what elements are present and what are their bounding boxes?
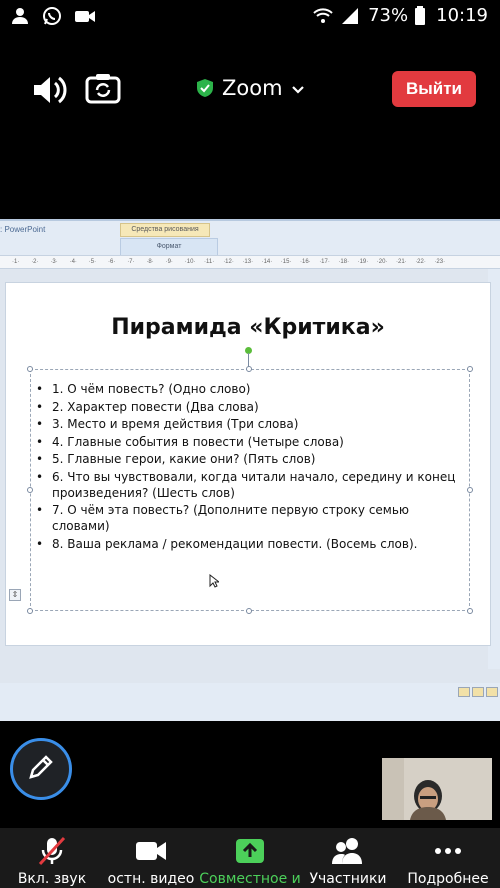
ruler-tick: ·10· [184, 259, 196, 265]
resize-handle [467, 366, 473, 372]
ribbon: : PowerPoint Средства рисования Формат [0, 219, 500, 256]
ruler-tick: ·6· [108, 259, 116, 265]
participants-icon [330, 836, 366, 866]
ruler-tick: ·13· [242, 259, 254, 265]
question-list: 1. О чём повесть? (Одно слово) 2. Характ… [34, 381, 468, 553]
self-video-thumbnail[interactable] [382, 758, 492, 820]
shared-screen: : PowerPoint Средства рисования Формат ·… [0, 219, 500, 721]
participants-button[interactable]: Участники [296, 828, 400, 888]
ruler-tick: ·15· [280, 259, 292, 265]
resize-handle [27, 487, 33, 493]
status-bar: 73% 10:19 [0, 0, 500, 34]
resize-handle [246, 608, 252, 614]
list-item: 3. Место и время действия (Три слова) [34, 416, 468, 432]
meeting-top-bar: Zoom Выйти [0, 60, 500, 120]
layout-marker-icon: ⇕ [9, 589, 21, 601]
list-item: 8. Ваша реклама / рекомендации повести. … [34, 536, 468, 552]
toolbar-label: Совместное и [199, 871, 301, 887]
list-item: 6. Что вы чувствовали, когда читали нача… [34, 469, 468, 501]
toolbar-label: Подробнее [407, 871, 489, 887]
toolbar-label: остн. видео [107, 871, 195, 887]
slide: Пирамида «Критика» 1. О чём повесть? (Од… [6, 283, 490, 645]
ruler-tick: ·8· [146, 259, 154, 265]
share-screen-icon [232, 836, 268, 866]
ruler-tick: ·9· [165, 259, 173, 265]
unmute-button[interactable]: Вкл. звук [0, 828, 104, 888]
ruler-tick: ·22· [415, 259, 426, 265]
ruler-tick: ·5· [88, 259, 97, 265]
ruler-tick: ·23· [434, 259, 446, 265]
resize-handle [27, 366, 33, 372]
ruler-tick: ·3· [50, 259, 58, 265]
ruler-tick: ·20· [376, 259, 388, 265]
more-icon [430, 836, 466, 866]
leave-button[interactable]: Выйти [392, 71, 476, 107]
more-button[interactable]: Подробнее [396, 828, 500, 888]
video-icon [74, 6, 96, 26]
ruler-tick: ·18· [338, 259, 350, 265]
view-buttons [458, 687, 498, 697]
meeting-toolbar: Вкл. звук остн. видео Совместное и Участ… [0, 828, 500, 888]
switch-camera-icon[interactable] [84, 70, 124, 106]
stop-video-button[interactable]: остн. видео [99, 828, 203, 888]
app-label: : PowerPoint [0, 225, 46, 234]
ruler-tick: ·12· [223, 259, 234, 265]
wifi-icon [312, 6, 334, 26]
ruler-tick: ·1· [12, 259, 20, 265]
normal-view-icon [458, 687, 470, 697]
ruler-tick: ·11· [204, 259, 215, 265]
chevron-down-icon [291, 76, 305, 100]
toolbar-label: Вкл. звук [17, 871, 87, 887]
video-camera-icon [133, 836, 169, 866]
battery-icon [414, 5, 426, 26]
pencil-icon [27, 753, 55, 785]
meeting-title: Zoom [222, 76, 283, 100]
ruler-tick: ·2· [31, 259, 39, 265]
resize-handle [467, 608, 473, 614]
ruler-tick: ·19· [357, 259, 369, 265]
ruler-tick: ·21· [396, 259, 407, 265]
signal-icon [340, 6, 362, 26]
battery-percent: 73% [368, 5, 409, 26]
drawing-tools-tab: Средства рисования [120, 223, 210, 237]
whatsapp-icon [42, 6, 64, 26]
list-item: 7. О чём эта повесть? (Дополните первую … [34, 502, 468, 534]
ruler-tick: ·14· [261, 259, 273, 265]
format-tab: Формат [120, 238, 218, 256]
person-icon [10, 6, 32, 26]
ruler-tick: ·4· [69, 259, 77, 265]
resize-handle [246, 366, 252, 372]
ppt-status-strip [0, 683, 500, 721]
list-item: 2. Характер повести (Два слова) [34, 399, 468, 415]
share-screen-button[interactable]: Совместное и [198, 828, 302, 888]
speaker-icon[interactable] [30, 72, 70, 108]
resize-handle [27, 608, 33, 614]
mouse-cursor-icon [209, 573, 221, 588]
list-item: 4. Главные события в повести (Четыре сло… [34, 434, 468, 450]
list-item: 1. О чём повесть? (Одно слово) [34, 381, 468, 397]
muted-mic-icon [34, 836, 70, 866]
shield-icon [196, 78, 214, 98]
ruler: ·1· ·2· ·3· ·4· ·5· ·6· ·7· ·8· ·9· ·10· ·11· ·12· ·… [0, 255, 500, 269]
annotate-button[interactable] [10, 738, 72, 800]
ruler-tick: ·17· [319, 259, 330, 265]
ruler-tick: ·16· [300, 259, 311, 265]
clock: 10:19 [436, 5, 488, 26]
meeting-title-dropdown[interactable]: Zoom [196, 76, 305, 100]
toolbar-label: Участники [309, 871, 387, 887]
list-item: 5. Главные герои, какие они? (Пять слов) [34, 451, 468, 467]
sorter-view-icon [472, 687, 484, 697]
slide-title: Пирамида «Критика» [111, 315, 385, 340]
ruler-tick: ·7· [127, 259, 135, 265]
slideshow-view-icon [486, 687, 498, 697]
